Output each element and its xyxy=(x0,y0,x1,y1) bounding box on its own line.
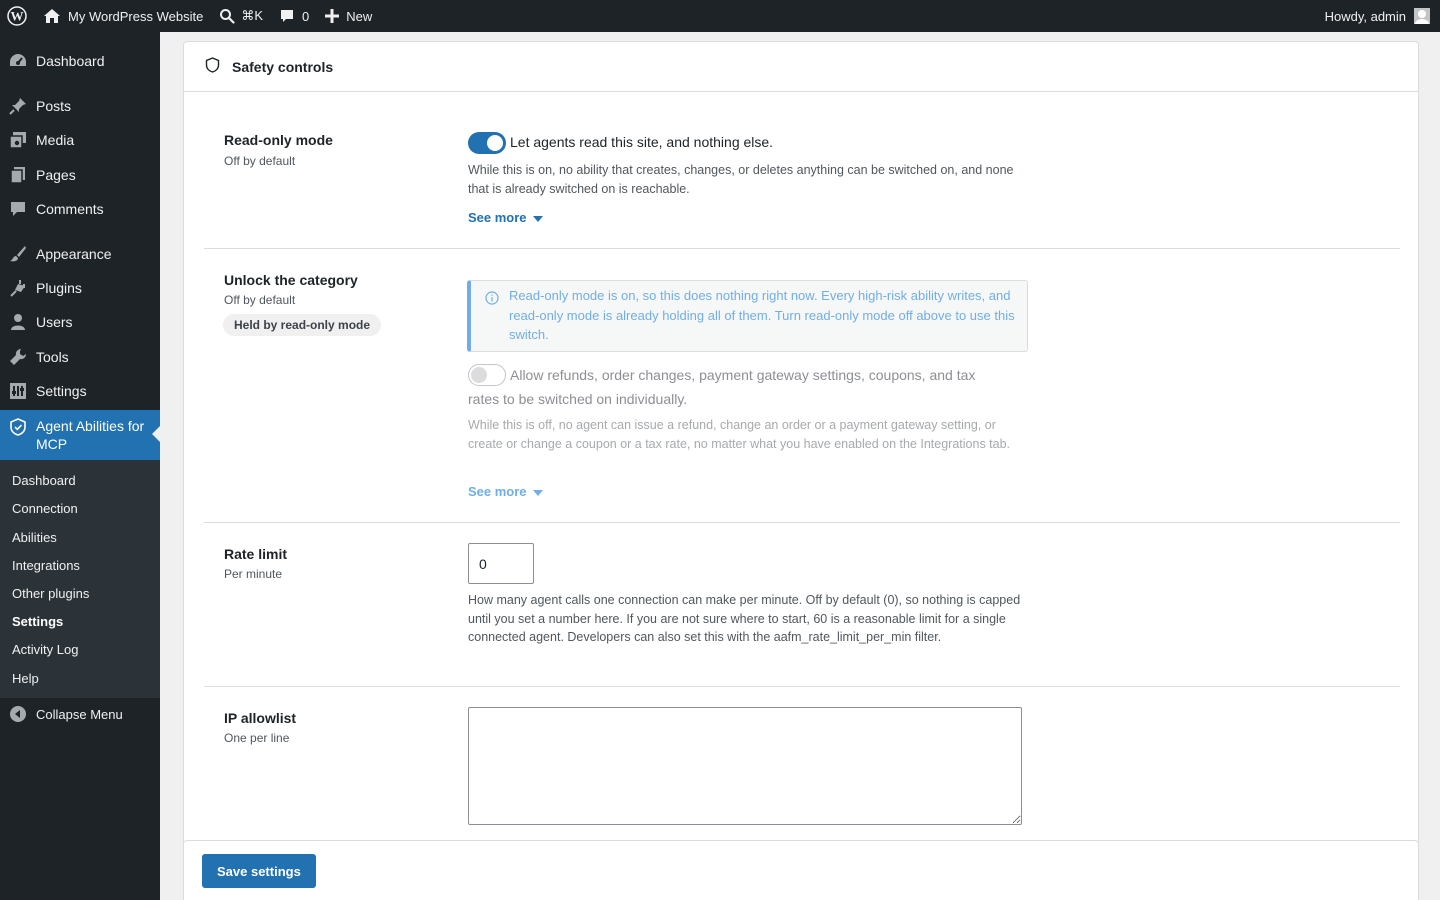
pages-icon xyxy=(0,166,36,184)
unlock-category-label: Unlock the category xyxy=(224,272,358,288)
current-menu-arrow xyxy=(152,426,160,442)
collapse-icon xyxy=(0,705,36,723)
submenu: Dashboard Connection Abilities Integrati… xyxy=(0,460,160,698)
rate-limit-sublabel: Per minute xyxy=(224,567,283,581)
unlock-category-sublabel: Off by default xyxy=(224,293,296,307)
wordpress-logo-icon[interactable]: W xyxy=(0,0,34,32)
read-only-toggle-label: Let agents read this site, and nothing e… xyxy=(510,134,774,150)
held-status-badge: Held by read-only mode xyxy=(223,314,382,336)
rate-limit-label: Rate limit xyxy=(224,546,288,562)
comments-count: 0 xyxy=(302,8,310,24)
rate-limit-description: How many agent calls one connection can … xyxy=(468,593,1021,644)
submenu-item-settings[interactable]: Settings xyxy=(12,614,63,629)
sidebar-item-appearance[interactable]: Appearance xyxy=(0,242,160,266)
admin-sidebar: Dashboard Posts Media Pages Comments App… xyxy=(0,32,160,900)
read-only-sublabel: Off by default xyxy=(224,154,296,168)
save-settings-button[interactable]: Save settings xyxy=(202,854,316,888)
settings-footer: Save settings xyxy=(183,840,1419,900)
ip-allowlist-textarea[interactable] xyxy=(468,707,1022,825)
site-name-link[interactable]: My WordPress Website xyxy=(34,0,211,32)
settings-icon xyxy=(0,382,36,400)
sidebar-item-tools[interactable]: Tools xyxy=(0,345,160,369)
sidebar-item-media[interactable]: Media xyxy=(0,128,160,152)
new-label: New xyxy=(346,8,373,24)
read-only-description: While this is on, no ability that create… xyxy=(468,163,1014,196)
submenu-item-other-plugins[interactable]: Other plugins xyxy=(12,586,89,601)
read-only-toggle[interactable] xyxy=(468,132,506,154)
user-icon xyxy=(0,313,36,331)
plus-icon xyxy=(325,9,340,23)
safety-controls-panel: Safety controls Read-only mode Off by de… xyxy=(183,41,1419,900)
dashboard-icon xyxy=(0,52,36,70)
section-divider xyxy=(204,522,1400,523)
site-name: My WordPress Website xyxy=(68,8,204,24)
sidebar-item-settings[interactable]: Settings xyxy=(0,379,160,403)
submenu-item-activity-log[interactable]: Activity Log xyxy=(12,642,78,657)
sidebar-item-agent-abilities[interactable]: Agent Abilities for MCP xyxy=(0,410,160,460)
submenu-item-help[interactable]: Help xyxy=(12,671,39,686)
sidebar-item-pages[interactable]: Pages xyxy=(0,163,160,187)
search-shortcut: ⌘K xyxy=(241,8,264,23)
comments-link[interactable]: 0 xyxy=(271,0,317,32)
sidebar-item-comments[interactable]: Comments xyxy=(0,197,160,221)
section-divider xyxy=(204,248,1400,249)
comment-icon xyxy=(279,8,295,24)
plugin-icon xyxy=(0,279,36,297)
unlock-category-toggle-label: Allow refunds, order changes, payment ga… xyxy=(468,367,976,407)
read-only-see-more-link[interactable]: See more xyxy=(468,210,543,225)
info-notice: Read-only mode is on, so this does nothi… xyxy=(467,280,1028,352)
shield-check-icon xyxy=(0,417,36,436)
admin-bar: W My WordPress Website ⌘K 0 New Howdy, a… xyxy=(0,0,1440,32)
collapse-menu-button[interactable]: Collapse Menu xyxy=(0,702,160,726)
command-palette-button[interactable]: ⌘K xyxy=(211,0,271,32)
ip-allowlist-label: IP allowlist xyxy=(224,710,297,726)
section-divider xyxy=(204,686,1400,687)
submenu-item-abilities[interactable]: Abilities xyxy=(12,530,57,545)
caret-down-icon xyxy=(532,215,543,222)
panel-header: Safety controls xyxy=(184,42,1418,92)
notice-text: Read-only mode is on, so this does nothi… xyxy=(509,288,1015,342)
submenu-item-dashboard[interactable]: Dashboard xyxy=(12,473,76,488)
new-content-button[interactable]: New xyxy=(317,0,380,32)
home-icon xyxy=(43,8,61,24)
read-only-label: Read-only mode xyxy=(224,132,333,148)
unlock-see-more-link[interactable]: See more xyxy=(468,484,543,499)
wrench-icon xyxy=(0,348,36,366)
sidebar-item-users[interactable]: Users xyxy=(0,310,160,334)
svg-text:W: W xyxy=(11,9,24,24)
sidebar-item-dashboard[interactable]: Dashboard xyxy=(0,49,160,73)
unlock-category-description: While this is off, no agent can issue a … xyxy=(468,418,1011,451)
ip-allowlist-sublabel: One per line xyxy=(224,731,290,745)
rate-limit-input[interactable] xyxy=(468,543,534,584)
sidebar-item-plugins[interactable]: Plugins xyxy=(0,276,160,300)
info-icon xyxy=(485,291,499,308)
howdy-text: Howdy, admin xyxy=(1324,8,1406,24)
submenu-item-connection[interactable]: Connection xyxy=(12,501,78,516)
caret-down-icon xyxy=(532,489,543,496)
shield-icon xyxy=(205,57,220,76)
sidebar-item-posts[interactable]: Posts xyxy=(0,94,160,118)
account-menu[interactable]: Howdy, admin xyxy=(1317,0,1440,32)
pin-icon xyxy=(0,97,36,115)
search-icon xyxy=(219,8,235,24)
panel-title: Safety controls xyxy=(232,58,334,75)
media-icon xyxy=(0,131,36,149)
brush-icon xyxy=(0,245,36,263)
avatar xyxy=(1414,8,1430,24)
submenu-item-integrations[interactable]: Integrations xyxy=(12,558,80,573)
comment-icon xyxy=(0,200,36,218)
